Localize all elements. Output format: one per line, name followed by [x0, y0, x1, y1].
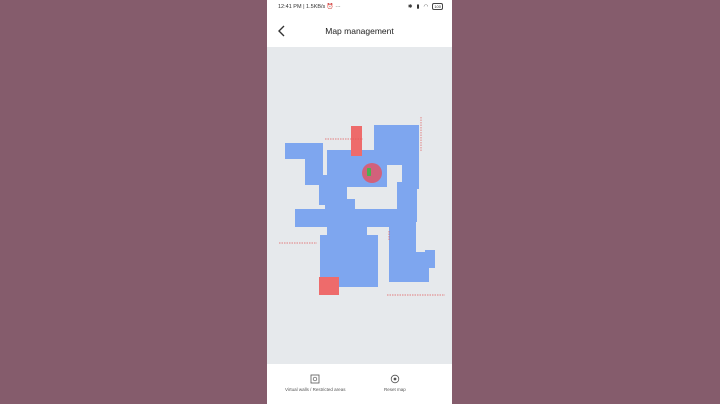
signal-icon: ▮ — [416, 3, 420, 10]
alarm-icon: ⏰ — [326, 4, 334, 10]
status-left: 12:41 PM | 1.5KB/s ⏰ ··· — [278, 4, 341, 10]
network-speed: 1.5KB/s — [306, 4, 326, 10]
top-bar: Map management — [267, 16, 452, 46]
room-right-column — [397, 182, 417, 222]
status-bar: 12:41 PM | 1.5KB/s ⏰ ··· ✱ ▮ ◠ 100 — [267, 0, 452, 16]
charging-dock-icon — [367, 168, 371, 176]
battery-indicator: 100 — [432, 3, 443, 10]
room-lower-connector — [327, 223, 367, 237]
room-small-right — [425, 250, 435, 268]
virtual-wall-icon — [310, 374, 320, 384]
reset-map-button[interactable]: Reset map — [384, 374, 406, 392]
reset-map-icon — [390, 374, 400, 384]
status-time: 12:41 PM — [278, 4, 302, 10]
phone-screen: 12:41 PM | 1.5KB/s ⏰ ··· ✱ ▮ ◠ 100 Map m… — [267, 0, 452, 404]
virtual-walls-button[interactable]: Virtual walls / Restricted areas — [285, 374, 345, 392]
room-hall-connector — [325, 199, 355, 213]
restricted-area-top[interactable] — [351, 126, 362, 156]
reset-map-label: Reset map — [384, 387, 406, 392]
virtual-walls-label: Virtual walls / Restricted areas — [285, 387, 346, 392]
status-right: ✱ ▮ ◠ 100 — [408, 3, 443, 10]
bottom-action-bar: Virtual walls / Restricted areas Reset m… — [267, 364, 452, 404]
more-icon: ··· — [335, 4, 341, 10]
robot-position-marker — [362, 163, 382, 183]
map-canvas[interactable] — [267, 47, 452, 364]
page-title: Map management — [325, 26, 394, 36]
floor-map — [279, 117, 445, 296]
restricted-area-bottom[interactable] — [319, 277, 339, 295]
wifi-icon: ◠ — [423, 3, 429, 10]
bluetooth-icon: ✱ — [407, 3, 413, 10]
